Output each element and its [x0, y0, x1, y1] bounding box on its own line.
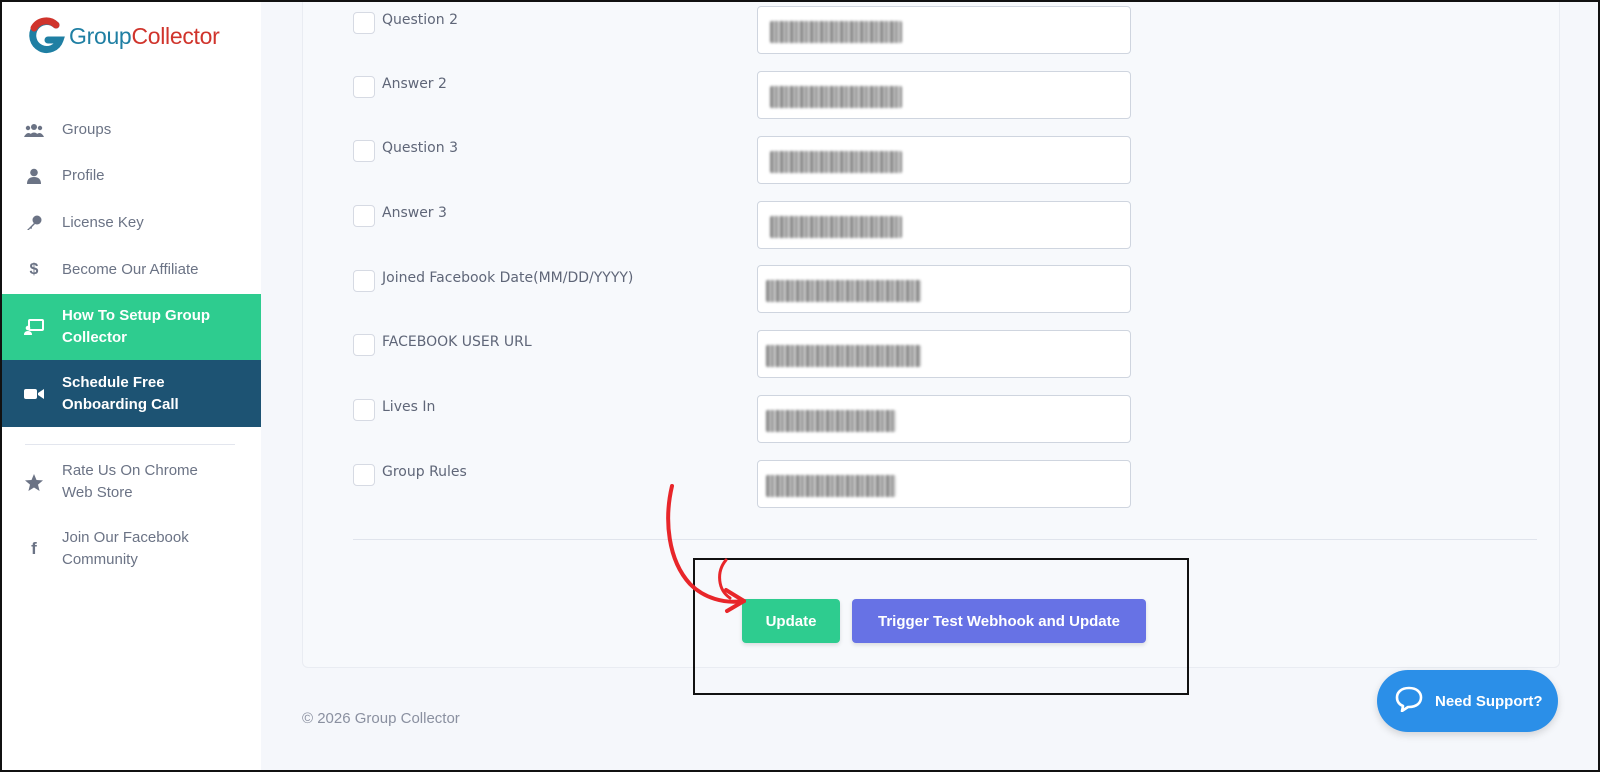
footer-copyright: © 2026 Group Collector: [302, 710, 460, 727]
brand-logo[interactable]: GroupCollector: [26, 16, 220, 56]
sidebar-item-license-key[interactable]: License Key: [0, 211, 261, 235]
field-label: Joined Facebook Date(MM/DD/YYYY): [382, 270, 634, 286]
redacted-value: [770, 216, 902, 238]
sidebar-item-label: Profile: [62, 167, 105, 184]
logo-g-icon: [29, 17, 65, 53]
user-icon: [23, 165, 45, 187]
field-input[interactable]: [757, 136, 1131, 184]
sidebar-divider: [25, 444, 235, 445]
sidebar-item-label: Rate Us On Chrome Web Store: [62, 462, 198, 501]
sidebar-item-label: Groups: [62, 121, 112, 138]
redacted-value: [766, 345, 921, 367]
sidebar-item-setup-guide[interactable]: How To Setup Group Collector: [0, 294, 261, 360]
video-camera-icon: [23, 383, 45, 405]
redacted-value: [770, 21, 902, 43]
sidebar-item-facebook-community[interactable]: f Join Our Facebook Community: [0, 526, 261, 572]
sidebar-item-label: Join Our Facebook Community: [62, 529, 189, 568]
sidebar-item-rate-chrome[interactable]: Rate Us On Chrome Web Store: [0, 459, 261, 505]
field-input[interactable]: [757, 6, 1131, 54]
field-checkbox[interactable]: [353, 270, 375, 292]
sidebar-item-label: License Key: [62, 214, 144, 231]
redacted-value: [766, 280, 921, 302]
field-input[interactable]: [757, 460, 1131, 508]
form-row: FACEBOOK USER URL: [303, 330, 1561, 378]
form-row: Answer 3: [303, 201, 1561, 249]
form-row: Question 2: [303, 6, 1561, 54]
field-label: Question 3: [382, 140, 458, 156]
field-label: Answer 3: [382, 205, 447, 221]
sidebar-item-groups[interactable]: Groups: [0, 118, 261, 142]
redacted-value: [770, 151, 902, 173]
field-checkbox[interactable]: [353, 12, 375, 34]
form-row: Lives In: [303, 395, 1561, 443]
sidebar-item-label: How To Setup Group Collector: [62, 307, 211, 346]
field-checkbox[interactable]: [353, 334, 375, 356]
field-label: Question 2: [382, 12, 458, 28]
field-label: Answer 2: [382, 76, 447, 92]
form-row: Question 3: [303, 136, 1561, 184]
form-row: Answer 2: [303, 71, 1561, 119]
field-input[interactable]: [757, 330, 1131, 378]
users-icon: [23, 119, 45, 141]
field-checkbox[interactable]: [353, 399, 375, 421]
field-label: FACEBOOK USER URL: [382, 334, 532, 350]
facebook-icon: f: [31, 539, 37, 558]
star-icon: [23, 471, 45, 493]
field-checkbox[interactable]: [353, 464, 375, 486]
field-checkbox[interactable]: [353, 205, 375, 227]
field-input[interactable]: [757, 71, 1131, 119]
field-input[interactable]: [757, 265, 1131, 313]
field-label: Group Rules: [382, 464, 467, 480]
form-row: Joined Facebook Date(MM/DD/YYYY): [303, 265, 1561, 313]
sidebar: GroupCollector Groups Profile License Ke…: [0, 0, 261, 772]
field-label: Lives In: [382, 399, 436, 415]
sidebar-item-label: Become Our Affiliate: [62, 261, 199, 278]
need-support-button[interactable]: Need Support?: [1377, 670, 1558, 732]
field-input[interactable]: [757, 201, 1131, 249]
brand-name: GroupCollector: [69, 22, 220, 49]
redacted-value: [770, 86, 902, 108]
field-checkbox[interactable]: [353, 140, 375, 162]
sidebar-item-affiliate[interactable]: $ Become Our Affiliate: [0, 258, 261, 282]
key-icon: [23, 212, 45, 234]
dollar-icon: $: [29, 261, 39, 278]
sidebar-item-profile[interactable]: Profile: [0, 164, 261, 188]
field-input[interactable]: [757, 395, 1131, 443]
field-checkbox[interactable]: [353, 76, 375, 98]
annotation-highlight-box: [693, 558, 1189, 695]
form-row: Group Rules: [303, 460, 1561, 508]
redacted-value: [766, 475, 896, 497]
form-divider: [353, 539, 1537, 540]
need-support-label: Need Support?: [1435, 692, 1543, 710]
screen-user-icon: [23, 316, 45, 338]
sidebar-item-label: Schedule Free Onboarding Call: [62, 373, 179, 413]
chat-bubble-icon: [1395, 686, 1423, 717]
redacted-value: [766, 410, 896, 432]
sidebar-item-onboarding-call[interactable]: Schedule Free Onboarding Call: [0, 360, 261, 427]
